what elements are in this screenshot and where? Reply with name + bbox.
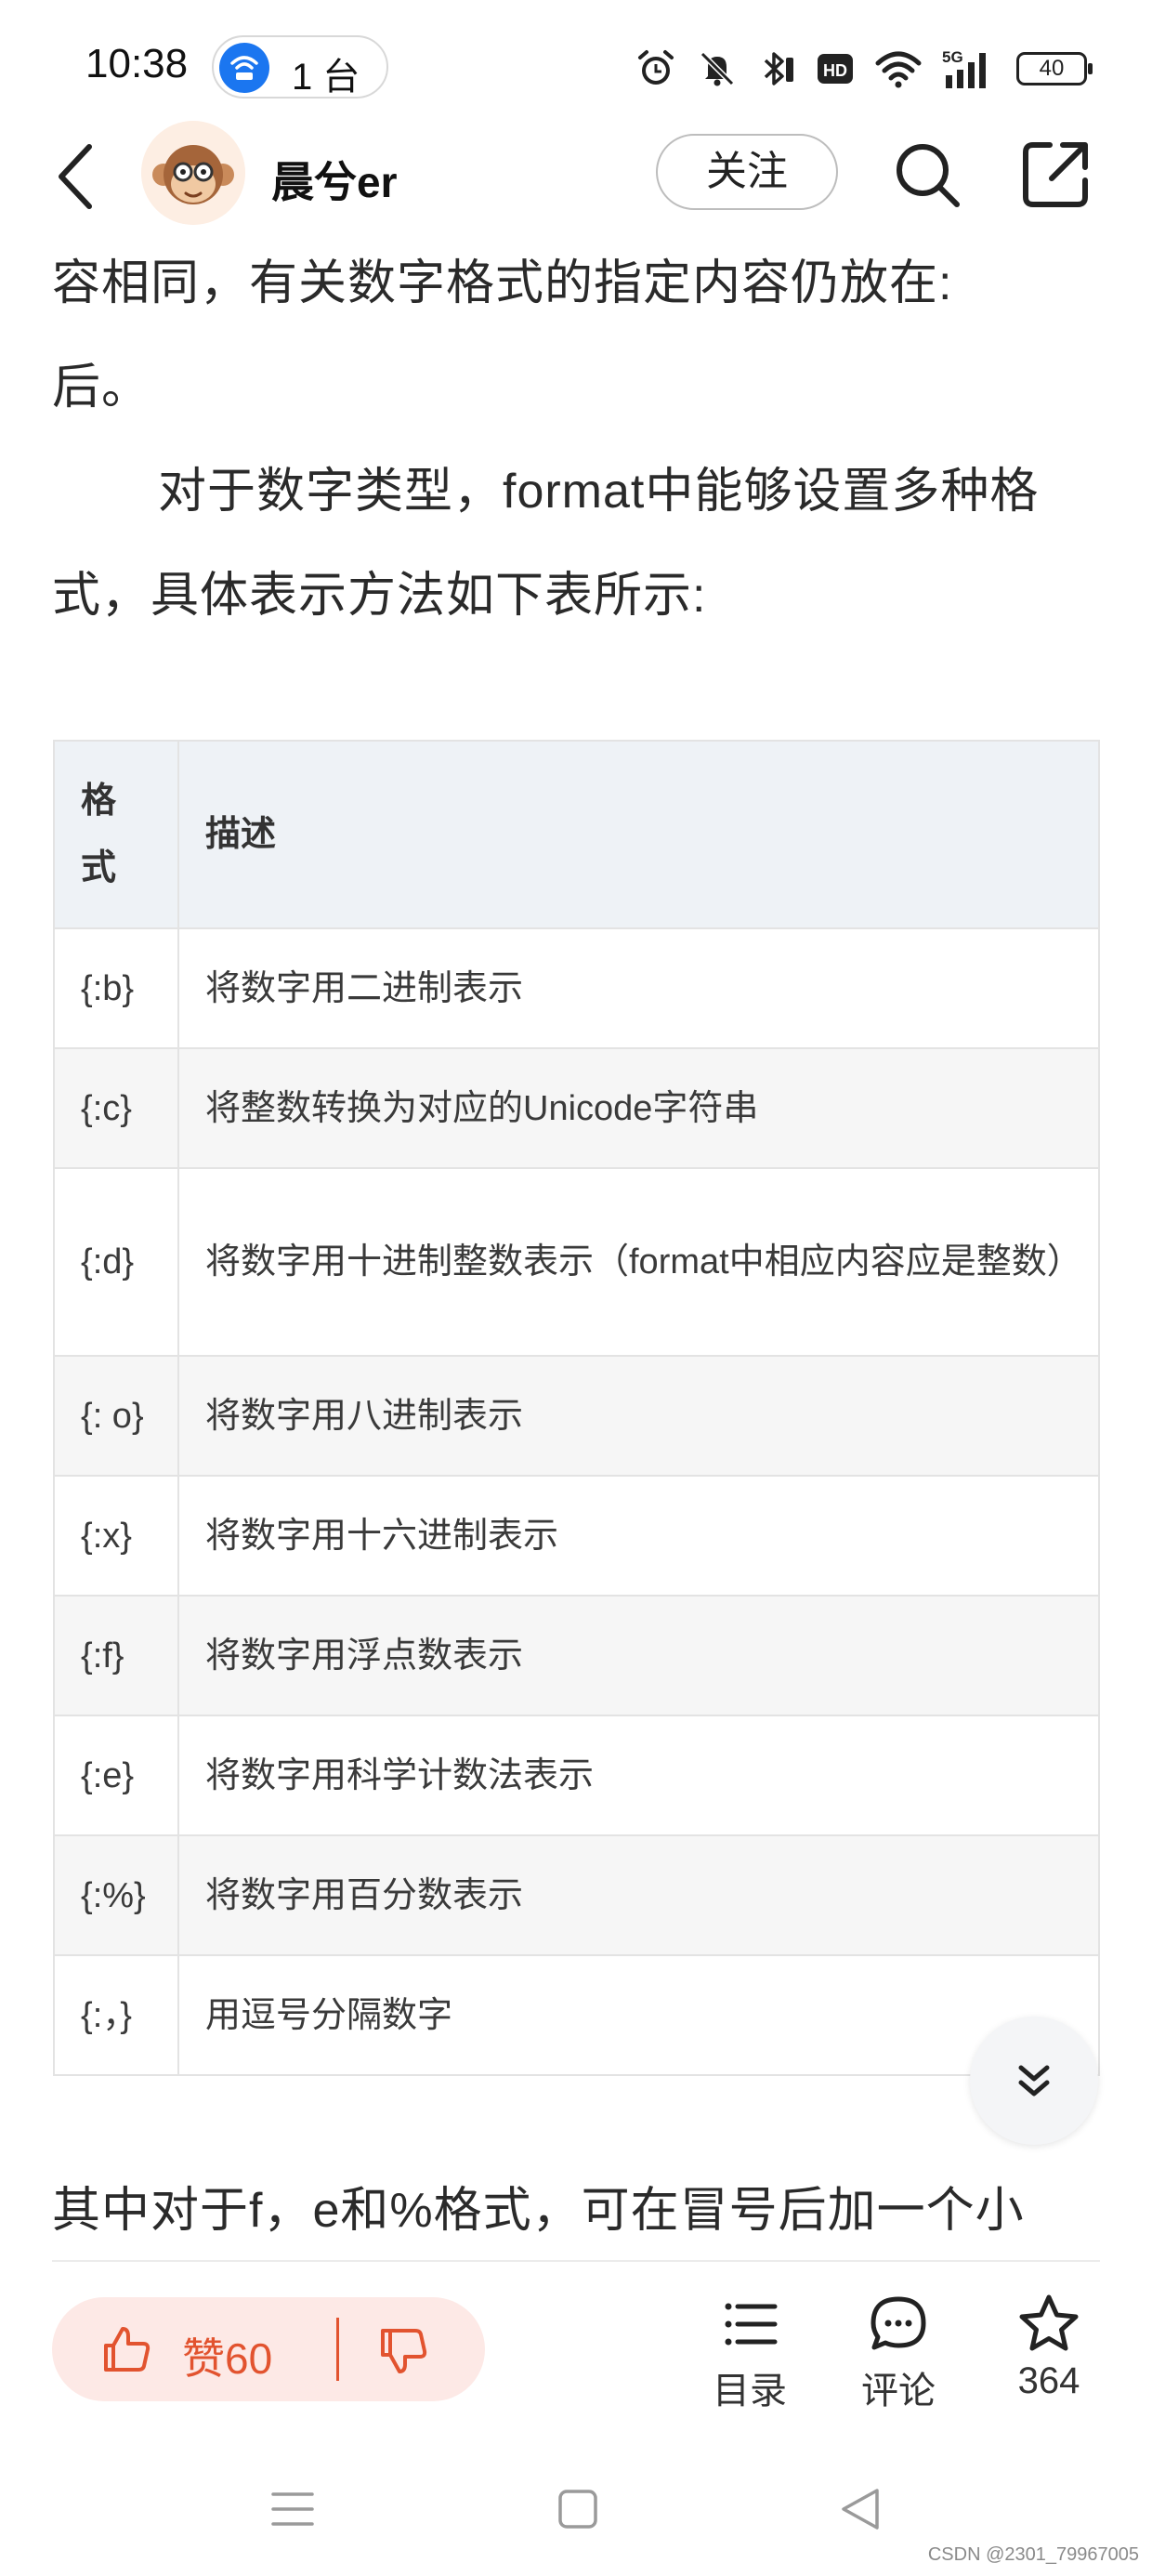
format-table: 格式 描述 {:b} 将数字用二进制表示 {:c} 将整数转换为对应的Unico… (53, 740, 1100, 2076)
article-line: 容相同，有关数字格式的指定内容仍放在: (52, 256, 953, 310)
table-row: {:%} 将数字用百分数表示 (53, 1834, 1100, 1956)
comment-icon (871, 2296, 926, 2350)
battery-icon: 40 (1016, 52, 1093, 85)
table-cell-format: {:b} (53, 927, 179, 1049)
thumbs-down-icon[interactable] (377, 2325, 429, 2377)
table-cell-description: 将数字用十六进制表示 (177, 1475, 1100, 1597)
table-cell-description: 将数字用科学计数法表示 (177, 1715, 1100, 1836)
article-line: 其中对于f，e和%格式，可在冒号后加一个小 (52, 2184, 1025, 2238)
divider (52, 2260, 1100, 2262)
hotspot-icon (219, 43, 269, 93)
favorite-button[interactable]: 364 (998, 2292, 1100, 2402)
table-row: {:d} 将数字用十进制整数表示（format中相应内容应是整数） (53, 1167, 1100, 1357)
system-icons: HD 5G 40 (635, 43, 1093, 95)
expand-button[interactable] (970, 2017, 1098, 2145)
table-cell-format: {:f} (53, 1595, 179, 1716)
table-cell-format: {: o} (53, 1355, 179, 1477)
author-avatar[interactable] (141, 121, 245, 225)
catalog-label: 目录 (713, 2371, 787, 2412)
table-row: {:e} 将数字用科学计数法表示 (53, 1715, 1100, 1836)
like-count[interactable]: 赞60 (182, 2325, 272, 2386)
table-cell-format: {:e} (53, 1715, 179, 1836)
table-row: {:，} 用逗号分隔数字 (53, 1954, 1100, 2076)
system-nav-bar (0, 2472, 1152, 2546)
table-cell-description: 将数字用十进制整数表示（format中相应内容应是整数） (177, 1167, 1100, 1357)
comment-button[interactable]: 评论 (847, 2292, 949, 2414)
hotspot-count: 1 台 (292, 57, 360, 98)
bluetooth-icon (764, 52, 793, 85)
follow-button[interactable]: 关注 (656, 134, 838, 210)
mute-bell-icon (700, 51, 735, 86)
hd-icon: HD (818, 54, 853, 84)
list-icon (725, 2303, 778, 2346)
table-cell-description: 用逗号分隔数字 (177, 1954, 1100, 2076)
alarm-icon (638, 50, 674, 85)
article-line: 对于数字类型，format中能够设置多种格 (158, 465, 1040, 519)
search-icon[interactable] (892, 139, 962, 210)
table-row: {: o} 将数字用八进制表示 (53, 1355, 1100, 1477)
author-name[interactable]: 晨兮er (271, 149, 397, 210)
catalog-button[interactable]: 目录 (699, 2292, 801, 2414)
table-header-row: 格式 描述 (53, 740, 1100, 929)
table-cell-description: 将数字用二进制表示 (177, 927, 1100, 1049)
article-line: 后。 (52, 361, 151, 414)
table-row: {:b} 将数字用二进制表示 (53, 927, 1100, 1049)
table-row: {:x} 将数字用十六进制表示 (53, 1475, 1100, 1597)
wifi-icon (875, 51, 922, 88)
table-cell-format: {:%} (53, 1834, 179, 1956)
table-header-description: 描述 (177, 740, 1100, 929)
favorite-count: 364 (1017, 2360, 1080, 2401)
share-icon[interactable] (1018, 138, 1093, 212)
hotspot-indicator[interactable]: 1 台 (212, 35, 388, 99)
signal-icon: 5G (942, 48, 986, 88)
table-cell-format: {:x} (53, 1475, 179, 1597)
like-bar: 赞60 (52, 2297, 485, 2401)
table-cell-description: 将数字用百分数表示 (177, 1834, 1100, 1956)
watermark: CSDN @2301_79967005 (927, 2544, 1139, 2565)
table-header-format: 格式 (53, 740, 179, 929)
table-row: {:f} 将数字用浮点数表示 (53, 1595, 1100, 1716)
comment-label: 评论 (861, 2371, 936, 2412)
table-cell-description: 将数字用浮点数表示 (177, 1595, 1100, 1716)
article-line: 式，具体表示方法如下表所示: (52, 569, 707, 623)
table-cell-description: 将数字用八进制表示 (177, 1355, 1100, 1477)
status-time: 10:38 (85, 41, 189, 86)
nav-back-icon[interactable] (838, 2485, 883, 2533)
star-icon (1019, 2294, 1079, 2351)
table-row: {:c} 将整数转换为对应的Unicode字符串 (53, 1047, 1100, 1169)
svg-text:HD: HD (823, 61, 847, 80)
menu-icon[interactable] (269, 2489, 316, 2530)
table-cell-format: {:c} (53, 1047, 179, 1169)
thumbs-up-icon[interactable] (100, 2323, 152, 2375)
table-cell-description: 将整数转换为对应的Unicode字符串 (177, 1047, 1100, 1169)
status-bar: 10:38 1 台 HD 5G 40 (0, 0, 1152, 135)
back-arrow-icon[interactable] (50, 141, 102, 212)
network-label: 5G (942, 48, 963, 66)
like-separator (336, 2318, 339, 2381)
article-header: 晨兮er 关注 (0, 121, 1152, 232)
table-cell-format: {:，} (53, 1954, 179, 2076)
home-icon[interactable] (556, 2487, 600, 2531)
table-cell-format: {:d} (53, 1167, 179, 1357)
double-chevron-down-icon (1018, 2065, 1050, 2096)
monkey-avatar-icon (141, 121, 245, 225)
